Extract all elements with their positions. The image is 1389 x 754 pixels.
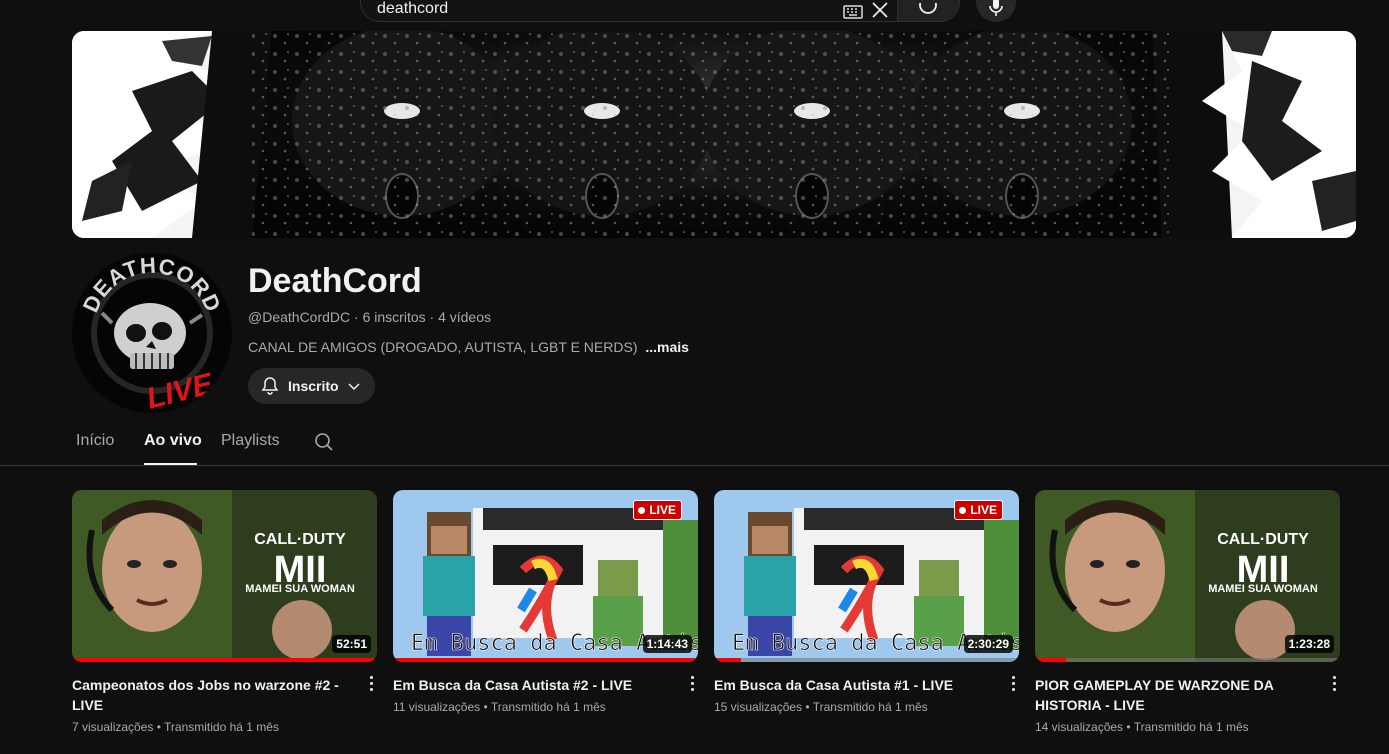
- search-input[interactable]: [361, 0, 843, 21]
- tab-live[interactable]: Ao vivo: [144, 432, 202, 450]
- svg-text:CALL·DUTY: CALL·DUTY: [1217, 531, 1309, 548]
- watch-progress: [1035, 658, 1340, 662]
- video-meta: 14 visualizações • Transmitido há 1 mês: [1035, 720, 1249, 734]
- video-title[interactable]: Campeonatos dos Jobs no warzone #2 - LIV…: [72, 675, 342, 715]
- video-title[interactable]: Em Busca da Casa Autista #1 - LIVE: [714, 675, 984, 695]
- banner-art: [72, 31, 1356, 238]
- video-duration: 1:23:28: [1284, 635, 1334, 653]
- search-button[interactable]: [897, 0, 959, 21]
- watch-progress-fill: [393, 658, 698, 662]
- more-link[interactable]: ...mais: [645, 339, 689, 355]
- search-icon: [918, 3, 937, 14]
- active-tab-indicator: [144, 463, 197, 465]
- tab-home[interactable]: Início: [76, 432, 114, 450]
- video-thumbnail[interactable]: Em Busca da Casa Autista LIVE 2:30:29: [714, 490, 1019, 662]
- view-count: 7 visualizações: [72, 720, 154, 734]
- live-dot: [959, 506, 967, 514]
- more-options-icon[interactable]: [1007, 676, 1019, 691]
- meta-separator: ·: [429, 309, 439, 325]
- search-bar: [360, 0, 960, 22]
- subscribed-button[interactable]: Inscrito: [248, 368, 375, 404]
- live-label: LIVE: [649, 503, 676, 517]
- channel-banner: [72, 31, 1356, 238]
- channel-avatar[interactable]: DEATHCORD LIVE: [72, 253, 232, 413]
- svg-text:CALL·DUTY: CALL·DUTY: [254, 531, 346, 548]
- keyboard-icon[interactable]: [843, 5, 863, 19]
- svg-text:MAMEI SUA WOMAN: MAMEI SUA WOMAN: [1208, 583, 1318, 595]
- svg-text:MAMEI SUA WOMAN: MAMEI SUA WOMAN: [245, 583, 355, 595]
- watch-progress: [72, 658, 377, 662]
- more-options-icon[interactable]: [365, 676, 377, 691]
- channel-name: DeathCord: [248, 262, 422, 300]
- video-title[interactable]: PIOR GAMEPLAY DE WARZONE DA HISTORIA - L…: [1035, 675, 1305, 715]
- watch-progress-fill: [72, 658, 377, 662]
- bell-icon: [261, 377, 279, 395]
- subscriber-count: 6 inscritos: [362, 309, 426, 325]
- stream-date: Transmitido há 1 mês: [164, 720, 279, 734]
- video-card[interactable]: CALL·DUTY MII MAMEI SUA WOMAN 52:51 Camp…: [72, 490, 377, 734]
- search-tools: [843, 0, 897, 21]
- video-thumbnail[interactable]: CALL·DUTY MII MAMEI SUA WOMAN 1:23:28: [1035, 490, 1340, 662]
- tab-playlists[interactable]: Playlists: [221, 432, 280, 450]
- view-count: 14 visualizações: [1035, 720, 1124, 734]
- skull-logo: DEATHCORD LIVE: [72, 253, 232, 413]
- video-duration: 1:14:43: [642, 635, 692, 653]
- live-badge: LIVE: [954, 500, 1003, 520]
- search-icon: [315, 433, 333, 451]
- thumbnail-art: CALL·DUTY MII MAMEI SUA WOMAN: [72, 490, 377, 662]
- live-dot: [638, 506, 646, 514]
- video-duration: 52:51: [332, 635, 371, 653]
- live-label: LIVE: [970, 503, 997, 517]
- watch-progress-fill: [714, 658, 742, 662]
- view-count: 11 visualizações: [393, 700, 481, 714]
- voice-search-button[interactable]: [976, 0, 1016, 22]
- meta-separator: ·: [354, 309, 363, 325]
- video-thumbnail[interactable]: CALL·DUTY MII MAMEI SUA WOMAN 52:51: [72, 490, 377, 662]
- watch-progress: [714, 658, 1019, 662]
- stream-date: Transmitido há 1 mês: [812, 700, 928, 714]
- view-count: 15 visualizações: [714, 700, 803, 714]
- subscribed-label: Inscrito: [288, 378, 339, 394]
- video-card[interactable]: Em Busca da Casa Autista LIVE 2:30:29 Em…: [714, 490, 1019, 714]
- channel-meta: @DeathCordDC · 6 inscritos · 4 vídeos: [248, 309, 491, 325]
- live-badge: LIVE: [633, 500, 682, 520]
- clear-icon[interactable]: [871, 1, 889, 19]
- video-count: 4 vídeos: [438, 309, 492, 325]
- more-options-icon[interactable]: [1328, 676, 1340, 691]
- more-options-icon[interactable]: [686, 676, 698, 691]
- tab-search-button[interactable]: [314, 432, 334, 457]
- channel-tabs: Início Ao vivo Playlists: [0, 424, 1389, 466]
- stream-date: Transmitido há 1 mês: [490, 700, 606, 714]
- video-duration: 2:30:29: [963, 635, 1013, 653]
- chevron-down-icon: [348, 383, 360, 391]
- description-text: CANAL DE AMIGOS (DROGADO, AUTISTA, LGBT …: [248, 339, 638, 355]
- channel-handle: @DeathCordDC: [248, 309, 351, 325]
- video-title[interactable]: Em Busca da Casa Autista #2 - LIVE: [393, 675, 663, 695]
- stream-date: Transmitido há 1 mês: [1133, 720, 1249, 734]
- watch-progress: [393, 658, 698, 662]
- microphone-icon: [989, 0, 1003, 16]
- video-card[interactable]: CALL·DUTY MII MAMEI SUA WOMAN 1:23:28 PI…: [1035, 490, 1340, 734]
- watch-progress-fill: [1035, 658, 1066, 662]
- channel-description[interactable]: CANAL DE AMIGOS (DROGADO, AUTISTA, LGBT …: [248, 339, 689, 355]
- video-card[interactable]: Em Busca da Casa Autista LIVE 1:14:43 Em…: [393, 490, 698, 714]
- video-meta: 15 visualizações • Transmitido há 1 mês: [714, 700, 928, 714]
- video-thumbnail[interactable]: Em Busca da Casa Autista LIVE 1:14:43: [393, 490, 698, 662]
- video-meta: 11 visualizações • Transmitido há 1 mês: [393, 700, 606, 714]
- video-meta: 7 visualizações • Transmitido há 1 mês: [72, 720, 279, 734]
